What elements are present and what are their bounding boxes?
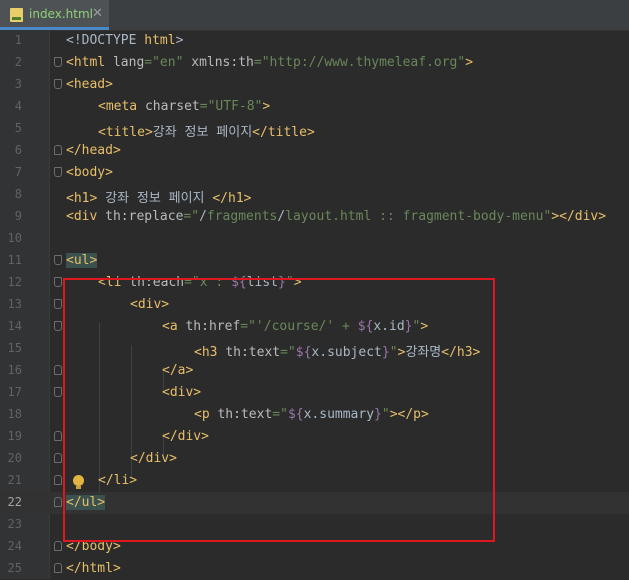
code-line: 5 <title>강좌 정보 페이지</title>: [0, 118, 629, 140]
line-number: 7: [14, 165, 22, 179]
editor-tab-bar: index.html ✕: [0, 0, 629, 31]
line-number: 24: [7, 539, 22, 553]
code-line: 3 <head>: [0, 74, 629, 96]
code-text: <h1> 강좌 정보 페이지 </h1>: [66, 191, 252, 206]
fold-marker-icon[interactable]: [54, 321, 62, 331]
fold-marker-icon[interactable]: [54, 299, 62, 309]
line-number: 21: [7, 473, 22, 487]
close-icon[interactable]: ✕: [92, 6, 103, 21]
code-text: </html>: [66, 561, 121, 576]
line-number: 20: [7, 451, 22, 465]
line-number: 11: [7, 253, 22, 267]
code-line: 25 </html>: [0, 558, 629, 580]
fold-marker-icon[interactable]: [54, 453, 62, 463]
code-text: <div th:replace="/fragments/layout.html …: [66, 209, 607, 224]
line-number: 5: [14, 121, 22, 135]
fold-marker-icon[interactable]: [54, 57, 62, 67]
line-number: 6: [14, 143, 22, 157]
code-line: 6 </head>: [0, 140, 629, 162]
fold-marker-icon[interactable]: [54, 79, 62, 89]
fold-marker-icon[interactable]: [54, 145, 62, 155]
line-number: 8: [14, 187, 22, 201]
line-number: 12: [7, 275, 22, 289]
code-text: <title>강좌 정보 페이지</title>: [98, 125, 315, 140]
fold-marker-icon[interactable]: [54, 277, 62, 287]
line-number: 18: [7, 407, 22, 421]
fold-marker-icon[interactable]: [54, 475, 62, 485]
fold-marker-icon[interactable]: [54, 255, 62, 265]
line-number: 9: [14, 209, 22, 223]
code-text: <ul>: [66, 253, 98, 268]
code-line: 4 <meta charset="UTF-8">: [0, 96, 629, 118]
code-line: 9 <div th:replace="/fragments/layout.htm…: [0, 206, 629, 228]
code-text: <!DOCTYPE html>: [66, 33, 184, 48]
html-file-icon: [10, 8, 23, 22]
line-number: 14: [7, 319, 22, 333]
line-number: 16: [7, 363, 22, 377]
code-text: <meta charset="UTF-8">: [98, 99, 271, 114]
line-number: 25: [7, 561, 22, 575]
code-line: 10: [0, 228, 629, 250]
line-number: 22: [7, 495, 22, 509]
fold-marker-icon[interactable]: [54, 365, 62, 375]
red-highlight-box: [63, 278, 495, 542]
line-number: 17: [7, 385, 22, 399]
line-number: 13: [7, 297, 22, 311]
line-number: 4: [14, 99, 22, 113]
code-text: </head>: [66, 143, 121, 158]
code-line: 7 <body>: [0, 162, 629, 184]
code-text: <head>: [66, 77, 113, 92]
tab-index-html[interactable]: index.html ✕: [0, 0, 109, 30]
code-line: 8 <h1> 강좌 정보 페이지 </h1>: [0, 184, 629, 206]
line-number: 15: [7, 341, 22, 355]
line-number: 23: [7, 517, 22, 531]
code-line: 1 <!DOCTYPE html>: [0, 30, 629, 52]
line-number: 3: [14, 77, 22, 91]
tab-label: index.html: [29, 7, 93, 21]
line-number: 1: [14, 33, 22, 47]
fold-marker-icon[interactable]: [54, 431, 62, 441]
code-text: <html lang="en" xmlns:th="http://www.thy…: [66, 55, 474, 70]
fold-marker-icon[interactable]: [54, 563, 62, 573]
line-number: 10: [7, 231, 22, 245]
code-text: <body>: [66, 165, 113, 180]
line-number: 2: [14, 55, 22, 69]
fold-marker-icon[interactable]: [54, 167, 62, 177]
fold-marker-icon[interactable]: [54, 387, 62, 397]
code-line: 2 <html lang="en" xmlns:th="http://www.t…: [0, 52, 629, 74]
fold-marker-icon[interactable]: [54, 497, 62, 507]
code-editor[interactable]: 1 <!DOCTYPE html> 2 <html lang="en" xmln…: [0, 30, 629, 579]
line-number: 19: [7, 429, 22, 443]
fold-marker-icon[interactable]: [54, 541, 62, 551]
code-line: 11 <ul>: [0, 250, 629, 272]
